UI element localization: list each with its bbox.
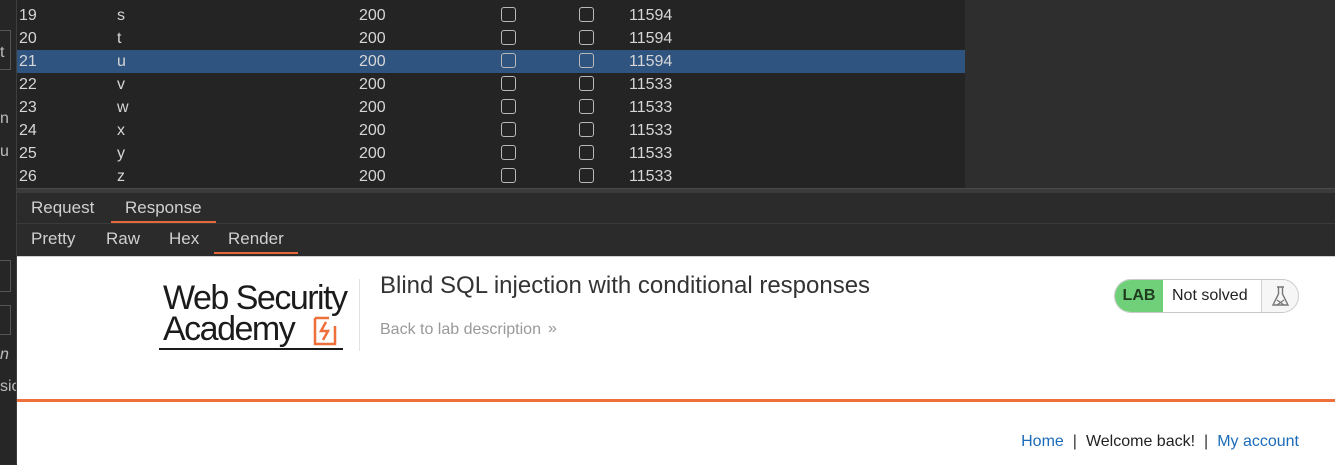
flask-icon [1261,280,1298,312]
tab-pretty[interactable]: Pretty [17,229,89,252]
length-cell: 11533 [629,145,673,162]
payload-cell: t [117,30,122,47]
table-row[interactable]: 25 y 200 11533 [17,142,965,165]
payload-cell: y [117,145,125,162]
my-account-link[interactable]: My account [1217,433,1299,450]
message-tabs: Request Response [17,193,1335,224]
panel-field[interactable] [0,305,11,335]
table-row[interactable]: 19 s 200 11594 [17,4,965,27]
panel-text-fragment: sio [0,378,16,395]
status-code-cell: 200 [359,30,386,47]
timeout-checkbox[interactable] [579,122,594,137]
lab-status-widget: LAB Not solved [1114,279,1299,313]
back-to-lab-description-link[interactable]: Back to lab description [380,321,541,339]
timeout-checkbox[interactable] [579,53,594,68]
table-row[interactable]: 23 w 200 11533 [17,96,965,119]
payload-cell: u [117,53,126,70]
tab-raw[interactable]: Raw [92,229,154,252]
tab-request[interactable]: Request [17,198,108,221]
status-code-cell: 200 [359,145,386,162]
table-row[interactable]: 24 x 200 11533 [17,119,965,142]
top-nav: Home | Welcome back! | My account [1021,433,1299,451]
request-number: 23 [19,99,37,116]
length-cell: 11594 [629,30,673,47]
error-checkbox[interactable] [501,168,516,183]
timeout-checkbox[interactable] [579,99,594,114]
request-number: 26 [19,168,37,185]
rendered-response: Web Security Academy Blind SQL injection… [17,256,1335,465]
table-side-area [965,0,1335,188]
lab-title: Blind SQL injection with conditional res… [380,272,871,299]
table-row[interactable]: 21 u 200 11594 [17,50,965,73]
payload-cell: s [117,7,125,24]
length-cell: 11533 [629,122,673,139]
length-cell: 11533 [629,168,673,185]
nav-separator: | [1072,433,1077,450]
status-code-cell: 200 [359,53,386,70]
error-checkbox[interactable] [501,145,516,160]
request-number: 20 [19,30,37,47]
request-number: 25 [19,145,37,162]
timeout-checkbox[interactable] [579,76,594,91]
length-cell: 11594 [629,7,673,24]
tab-response[interactable]: Response [111,198,216,223]
error-checkbox[interactable] [501,30,516,45]
panel-field[interactable] [0,260,11,292]
table-row[interactable]: 22 v 200 11533 [17,73,965,96]
length-cell: 11594 [629,53,673,70]
results-table: 19 s 200 11594 20 t 200 11594 21 u 200 1… [17,0,965,188]
tab-hex[interactable]: Hex [155,229,213,252]
double-chevron-icon: » [548,320,557,337]
payload-cell: v [117,76,125,93]
panel-text-fragment: u [0,143,9,160]
view-tabs: Pretty Raw Hex Render [17,224,1335,256]
table-row[interactable]: 20 t 200 11594 [17,27,965,50]
error-checkbox[interactable] [501,7,516,22]
academy-bolt-icon [313,316,337,346]
request-number: 21 [19,53,37,70]
status-code-cell: 200 [359,168,386,185]
panel-text-fragment: n [0,110,9,127]
timeout-checkbox[interactable] [579,7,594,22]
panel-text-fragment: n [0,346,9,363]
status-code-cell: 200 [359,99,386,116]
home-link[interactable]: Home [1021,433,1064,450]
logo-line-2: Academy [163,310,296,348]
status-code-cell: 200 [359,76,386,93]
payload-cell: w [117,99,129,116]
status-code-cell: 200 [359,7,386,24]
request-number: 24 [19,122,37,139]
length-cell: 11533 [629,99,673,116]
timeout-checkbox[interactable] [579,168,594,183]
panel-field[interactable] [0,30,11,70]
error-checkbox[interactable] [501,122,516,137]
timeout-checkbox[interactable] [579,145,594,160]
tab-render[interactable]: Render [214,229,298,254]
web-security-academy-logo[interactable]: Web Security Academy [159,279,360,351]
payload-cell: x [117,122,125,139]
payload-cell: z [117,168,125,185]
lab-badge: LAB [1115,280,1163,312]
error-checkbox[interactable] [501,99,516,114]
timeout-checkbox[interactable] [579,30,594,45]
error-checkbox[interactable] [501,76,516,91]
request-number: 22 [19,76,37,93]
logo-underline [159,348,343,350]
table-row[interactable]: 26 z 200 11533 [17,165,965,188]
nav-separator: | [1204,433,1209,450]
length-cell: 11533 [629,76,673,93]
error-checkbox[interactable] [501,53,516,68]
header-divider [17,399,1335,402]
status-code-cell: 200 [359,122,386,139]
lab-status-text: Not solved [1172,287,1248,304]
request-number: 19 [19,7,37,24]
welcome-text: Welcome back! [1085,433,1196,450]
left-side-panel: t n u n sio [0,0,17,464]
